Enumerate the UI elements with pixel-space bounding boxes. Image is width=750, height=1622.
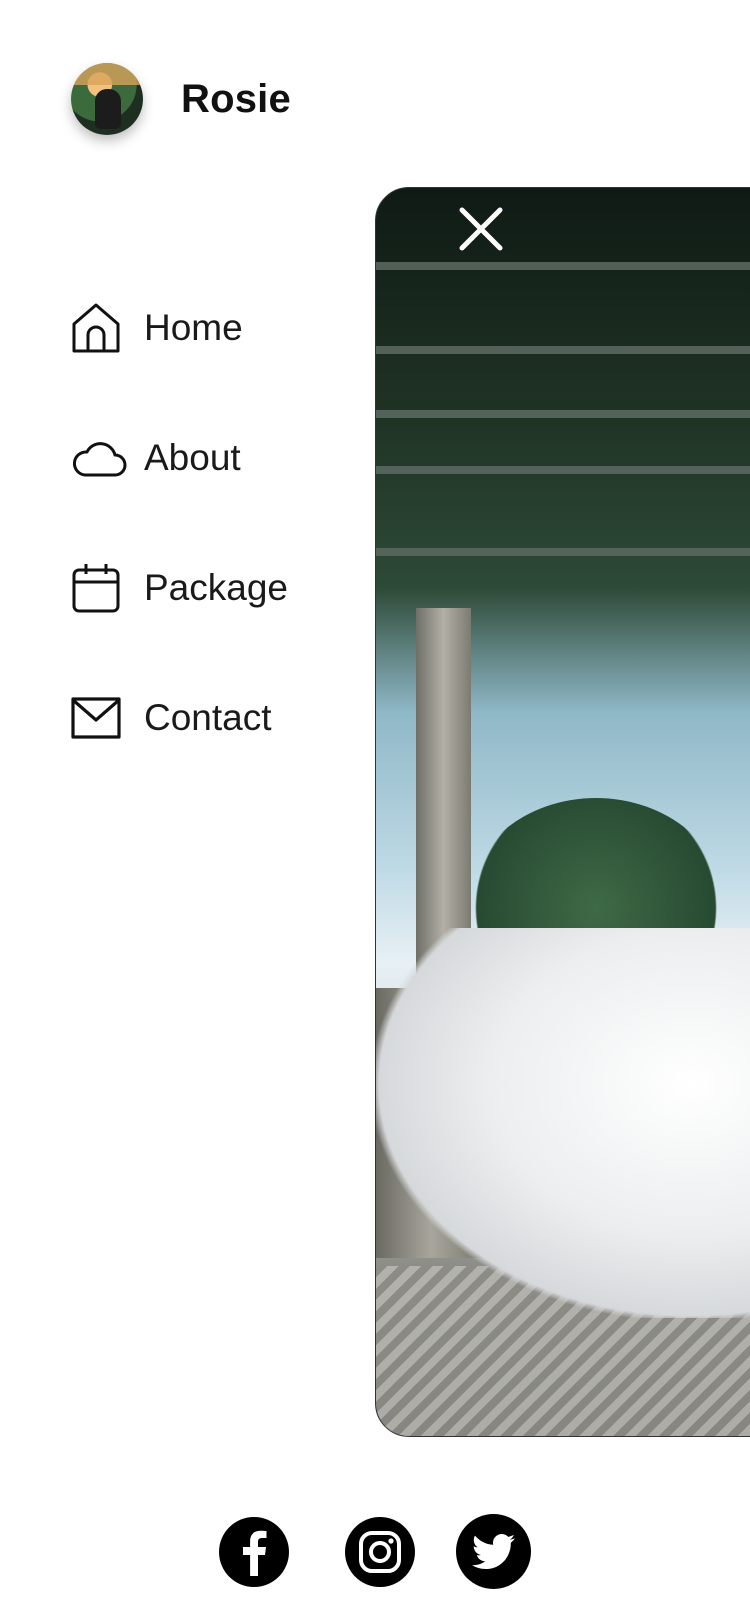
cloud-icon xyxy=(71,430,127,486)
nav-label-about: About xyxy=(144,437,241,478)
instagram-button[interactable] xyxy=(345,1517,415,1587)
hero-photo xyxy=(375,187,750,1437)
nav-label-package: Package xyxy=(144,567,288,608)
close-icon xyxy=(459,207,503,251)
pergola-beam xyxy=(376,548,750,556)
mail-icon xyxy=(71,690,127,746)
facebook-icon xyxy=(243,1530,267,1576)
close-button[interactable] xyxy=(458,206,504,252)
nav-item-package[interactable]: Package xyxy=(71,558,288,618)
nav-label-home: Home xyxy=(144,307,243,348)
nav-item-home[interactable]: Home xyxy=(71,298,288,358)
instagram-icon xyxy=(359,1531,401,1573)
nav-label-contact: Contact xyxy=(144,697,272,738)
profile-header: Rosie xyxy=(71,63,291,135)
avatar[interactable] xyxy=(71,63,143,135)
facebook-button[interactable] xyxy=(219,1517,289,1587)
pergola-beam xyxy=(376,466,750,474)
pergola-beam xyxy=(376,346,750,354)
pergola-beam xyxy=(376,262,750,270)
social-links xyxy=(0,1514,750,1589)
home-icon xyxy=(71,300,127,356)
sidebar-nav: Home About Package Contact xyxy=(71,298,288,818)
twitter-icon xyxy=(471,1533,515,1569)
calendar-icon xyxy=(71,560,127,616)
nav-item-contact[interactable]: Contact xyxy=(71,688,288,748)
bride-dress xyxy=(376,928,750,1318)
profile-name: Rosie xyxy=(181,76,291,121)
twitter-button[interactable] xyxy=(456,1514,531,1589)
pergola-beam xyxy=(376,410,750,418)
nav-item-about[interactable]: About xyxy=(71,428,288,488)
